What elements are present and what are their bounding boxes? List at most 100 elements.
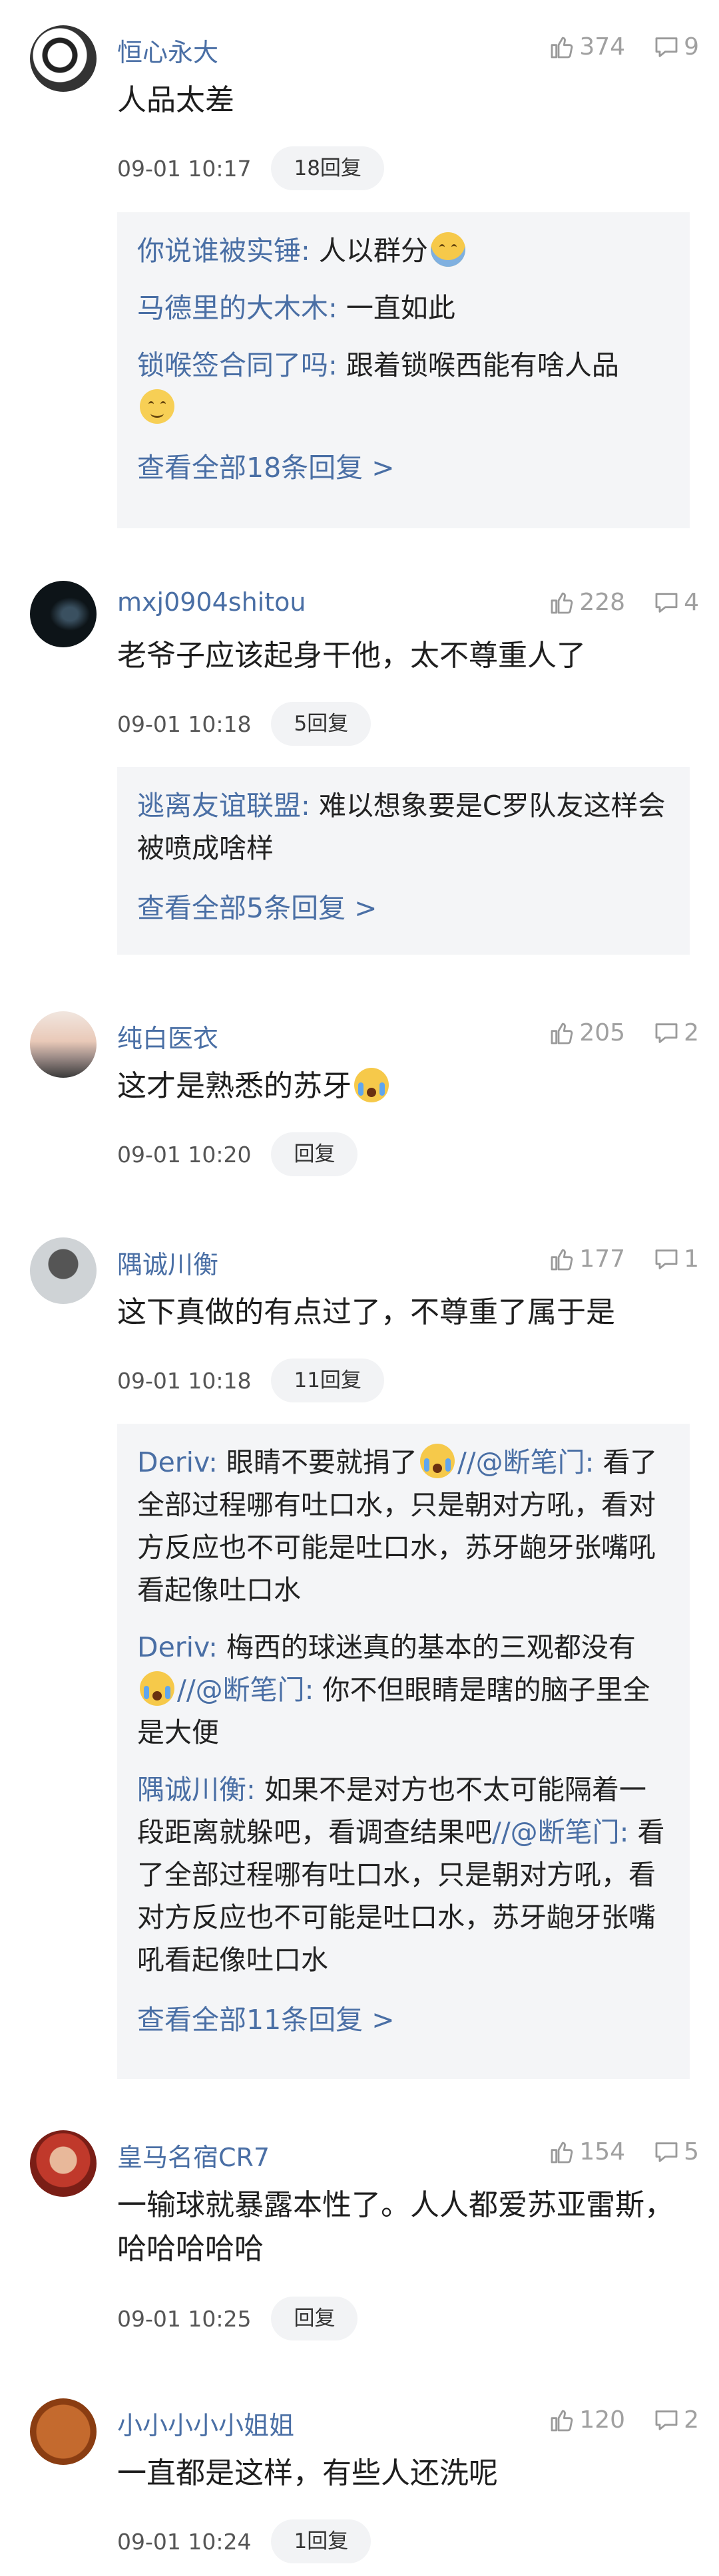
avatar[interactable] <box>30 1237 97 1304</box>
reply-count-button[interactable]: 1 <box>653 1245 699 1273</box>
reply-author[interactable]: Deriv: <box>137 1446 218 1478</box>
reply-count: 2 <box>684 1019 699 1046</box>
like-count: 228 <box>579 589 626 616</box>
comment-meta: 09-01 10:18 11回复 <box>117 1359 384 1402</box>
reply-text: 人以群分 <box>318 235 428 267</box>
comment-bubble-icon <box>653 34 680 61</box>
reply-author[interactable]: Deriv: <box>137 1631 218 1663</box>
reply-author[interactable]: 锁喉签合同了吗: <box>137 349 338 381</box>
crying-emoji-icon <box>140 1671 174 1706</box>
comment-meta: 09-01 10:17 18回复 <box>117 146 384 190</box>
reply-item: 逃离友谊联盟: 难以想象要是C罗队友这样会被喷成啥样 <box>137 784 670 870</box>
like-count: 177 <box>579 1245 626 1273</box>
reply-button[interactable]: 18回复 <box>271 146 384 190</box>
reply-count: 5 <box>684 2138 699 2166</box>
reply-count-button[interactable]: 4 <box>653 589 699 616</box>
like-button[interactable]: 177 <box>549 1245 625 1273</box>
avatar[interactable] <box>30 2130 97 2197</box>
like-count: 154 <box>579 2138 626 2166</box>
timestamp: 09-01 10:24 <box>117 2528 252 2555</box>
reply-text: 眼睛不要就捐了 <box>226 1446 417 1478</box>
smirk-emoji-icon <box>140 389 174 424</box>
crying-emoji-icon <box>354 1068 389 1102</box>
reply-button[interactable]: 回复 <box>271 1132 358 1176</box>
reply-button[interactable]: 5回复 <box>271 702 371 746</box>
reply-mention[interactable]: //@断笔门: <box>457 1446 594 1478</box>
thumbs-up-icon <box>549 34 575 61</box>
reply-count: 1 <box>684 1245 699 1273</box>
reply-button[interactable]: 11回复 <box>271 1359 384 1402</box>
reply-author[interactable]: 逃离友谊联盟: <box>137 790 310 822</box>
reply-preview-box: 逃离友谊联盟: 难以想象要是C罗队友这样会被喷成啥样 查看全部5条回复 > <box>117 767 690 955</box>
comment-actions: 205 2 <box>521 1019 699 1046</box>
reply-item: Deriv: 梅西的球迷真的基本的三观都没有//@断笔门: 你不但眼睛是瞎的脑子… <box>137 1626 670 1754</box>
username[interactable]: 纯白医衣 <box>117 1018 218 1054</box>
like-count: 374 <box>579 33 626 61</box>
timestamp: 09-01 10:17 <box>117 155 252 182</box>
view-all-replies-link[interactable]: 查看全部11条回复 > <box>137 2000 670 2040</box>
like-button[interactable]: 120 <box>549 2406 625 2434</box>
comment-actions: 228 4 <box>521 589 699 616</box>
avatar[interactable] <box>30 1011 97 1078</box>
thumbs-up-icon <box>549 1246 575 1273</box>
reply-preview-box: 你说谁被实锤: 人以群分 马德里的大木木: 一直如此 锁喉签合同了吗: 跟着锁喉… <box>117 212 690 528</box>
view-all-replies-link[interactable]: 查看全部18条回复 > <box>137 448 670 488</box>
avatar[interactable] <box>30 25 97 92</box>
username[interactable]: 恒心永大 <box>117 32 218 69</box>
comment-bubble-icon <box>653 2139 680 2166</box>
comment-actions: 154 5 <box>521 2138 699 2166</box>
avatar[interactable] <box>30 2398 97 2465</box>
reply-button[interactable]: 1回复 <box>271 2519 371 2563</box>
like-button[interactable]: 205 <box>549 1019 625 1046</box>
reply-text: 一直如此 <box>346 292 455 324</box>
reply-count-button[interactable]: 5 <box>653 2138 699 2166</box>
reply-item: 隅诚川衡: 如果不是对方也不太可能隔着一段距离就躲吧，看调查结果吧//@断笔门:… <box>137 1768 670 1981</box>
reply-author[interactable]: 马德里的大木木: <box>137 292 338 324</box>
comment-bubble-icon <box>653 1020 680 1046</box>
praying-emoji-icon <box>430 232 465 267</box>
username[interactable]: mxj0904shitou <box>117 587 306 617</box>
like-button[interactable]: 154 <box>549 2138 625 2166</box>
like-button[interactable]: 228 <box>549 589 625 616</box>
comment-bubble-icon <box>653 589 680 616</box>
comment-text: 人品太差 <box>117 83 234 117</box>
reply-count-button[interactable]: 2 <box>653 1019 699 1046</box>
reply-item: Deriv: 眼睛不要就捐了//@断笔门: 看了全部过程哪有吐口水，只是朝对方吼… <box>137 1441 670 1611</box>
like-button[interactable]: 374 <box>549 33 625 61</box>
username[interactable]: 隅诚川衡 <box>117 1244 218 1281</box>
timestamp: 09-01 10:20 <box>117 1141 252 1168</box>
view-all-replies-link[interactable]: 查看全部5条回复 > <box>137 888 670 928</box>
avatar[interactable] <box>30 581 97 647</box>
comment-bubble-icon <box>653 2407 680 2434</box>
reply-count: 2 <box>684 2406 699 2434</box>
comment-text: 这才是熟悉的苏牙 <box>117 1064 690 1108</box>
comment-meta: 09-01 10:18 5回复 <box>117 702 371 746</box>
username[interactable]: 小小小小小姐姐 <box>117 2405 294 2442</box>
thumbs-up-icon <box>549 589 575 616</box>
reply-count-button[interactable]: 9 <box>653 33 699 61</box>
comment-meta: 09-01 10:25 回复 <box>117 2297 358 2340</box>
comment-text: 一输球就暴露本性了。人人都爱苏亚雷斯，哈哈哈哈哈 <box>117 2188 674 2266</box>
like-count: 205 <box>579 1019 626 1046</box>
comment-bubble-icon <box>653 1246 680 1273</box>
comment-actions: 120 2 <box>521 2406 699 2434</box>
crying-emoji-icon <box>419 1444 455 1478</box>
username[interactable]: 皇马名宿CR7 <box>117 2137 270 2174</box>
reply-author[interactable]: 你说谁被实锤: <box>137 235 310 267</box>
reply-text: 梅西的球迷真的基本的三观都没有 <box>226 1631 636 1663</box>
reply-mention[interactable]: //@断笔门: <box>492 1816 628 1848</box>
thumbs-up-icon <box>549 2139 575 2166</box>
comment-text: 老爷子应该起身干他，太不尊重人了 <box>117 639 586 673</box>
comment-text: 一直都是这样，有些人还洗呢 <box>117 2456 498 2490</box>
comment-text: 这下真做的有点过了，不尊重了属于是 <box>117 1295 615 1329</box>
like-count: 120 <box>579 2406 626 2434</box>
comment-meta: 09-01 10:20 回复 <box>117 1132 358 1176</box>
timestamp: 09-01 10:18 <box>117 711 252 737</box>
reply-button[interactable]: 回复 <box>271 2297 358 2340</box>
thumbs-up-icon <box>549 2407 575 2434</box>
reply-count: 4 <box>684 589 699 616</box>
reply-author[interactable]: 隅诚川衡: <box>137 1774 256 1806</box>
reply-mention[interactable]: //@断笔门: <box>177 1674 314 1706</box>
reply-count-button[interactable]: 2 <box>653 2406 699 2434</box>
comment-actions: 374 9 <box>521 33 699 61</box>
